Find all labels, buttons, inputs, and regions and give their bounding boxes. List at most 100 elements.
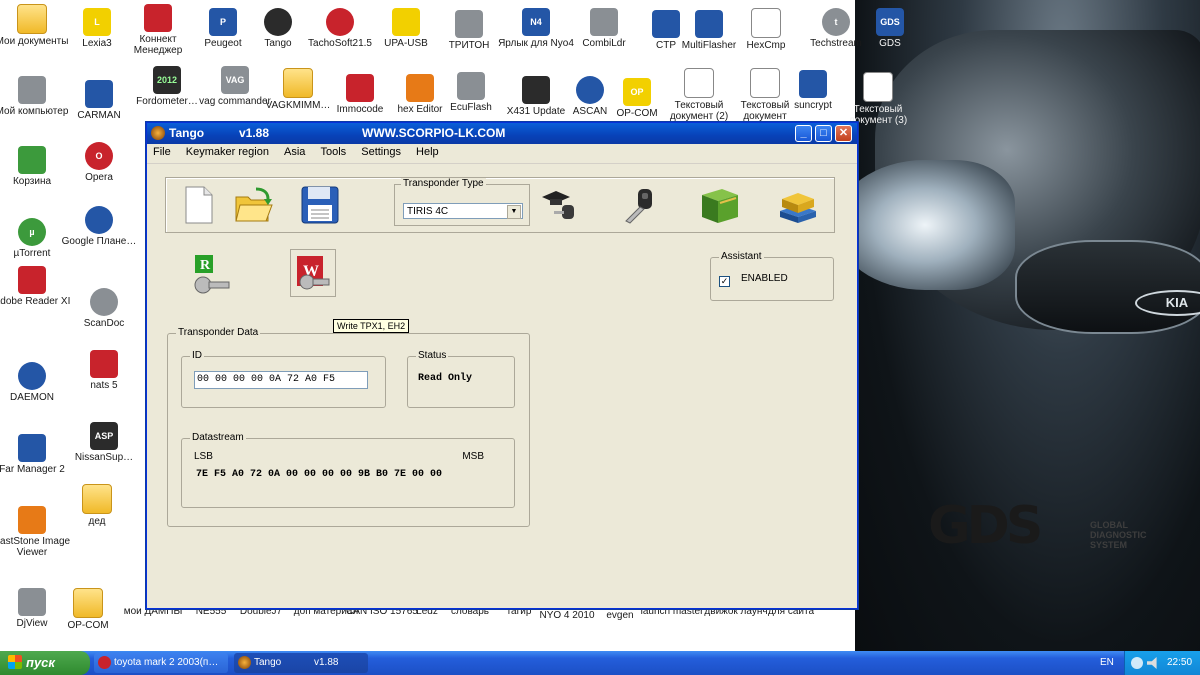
chevron-down-icon[interactable]: ▼: [507, 205, 521, 219]
scandoc-icon: [90, 288, 118, 316]
window-titlebar[interactable]: Tango v1.88 WWW.SCORPIO-LK.COM _ □ ✕: [147, 123, 857, 144]
combildr-icon: [590, 8, 618, 36]
read-key-icon: R: [194, 255, 230, 294]
open-folder-icon: [235, 187, 273, 222]
desktop-icon[interactable]: Adobe Reader XI: [0, 266, 71, 307]
nyo4-icon: N4: [522, 8, 550, 36]
menu-asia[interactable]: Asia: [278, 144, 311, 163]
key-tool-button[interactable]: [618, 185, 658, 225]
x431-icon: [522, 76, 550, 104]
key-learn-button[interactable]: [538, 185, 578, 225]
desktop-icon[interactable]: Google Плане…: [60, 206, 138, 247]
utorrent-icon: µ: [18, 218, 46, 246]
taskbar-item-tango[interactable]: Tango v1.88: [234, 653, 368, 673]
desktop-icon[interactable]: FastStone Image Viewer: [0, 506, 71, 558]
assistant-enabled-checkbox[interactable]: ✓: [719, 276, 730, 287]
carman-icon: [85, 80, 113, 108]
gds-logo-letters: GDS: [928, 496, 1043, 556]
gds-logo-caption: GLOBAL DIAGNOSTIC SYSTEM: [1090, 520, 1147, 550]
taskbar-item-version: v1.88: [314, 657, 339, 668]
transponder-type-select[interactable]: TIRIS 4C ▼: [403, 203, 523, 219]
nats-icon: [90, 350, 118, 378]
desktop-icon[interactable]: HexCmp: [727, 8, 805, 51]
desktop-icon[interactable]: Far Manager 2: [0, 434, 71, 475]
transponder-type-group: Transponder Type TIRIS 4C ▼: [394, 178, 530, 226]
window-title: Tango: [169, 126, 205, 140]
system-tray: 22:50: [1124, 651, 1200, 675]
ecuflash-icon: [457, 72, 485, 100]
car-headlamp: [835, 160, 1015, 290]
books-button[interactable]: [776, 185, 816, 225]
id-group: ID 00 00 00 00 0A 72 A0 F5: [181, 350, 386, 408]
menu-keymaker-region[interactable]: Keymaker region: [180, 144, 275, 163]
transponder-data-group: Transponder Data ID 00 00 00 00 0A 72 A0…: [167, 327, 530, 527]
status-label: Status: [416, 350, 449, 361]
folder-icon: [82, 484, 112, 514]
fordometer-icon: 2012: [153, 66, 181, 94]
text-document-icon: [863, 72, 893, 102]
hexcmp-icon: [751, 8, 781, 38]
language-indicator[interactable]: EN: [1100, 651, 1114, 675]
status-group: Status Read Only: [407, 350, 515, 408]
faststone-icon: [18, 506, 46, 534]
opcom-icon: OP: [623, 78, 651, 106]
window-version: v1.88: [239, 126, 270, 140]
upa-usb-icon: [392, 8, 420, 36]
menu-file[interactable]: File: [147, 144, 177, 163]
datastream-label: Datastream: [190, 432, 246, 443]
desktop-icon[interactable]: nats 5: [65, 350, 143, 391]
windows-flag-icon: [8, 655, 22, 669]
tango-icon: [238, 656, 251, 669]
read-button[interactable]: R: [191, 251, 237, 299]
new-file-button[interactable]: [178, 185, 218, 225]
taskbar-item-label: Tango: [254, 657, 282, 668]
desktop-icon[interactable]: ScanDoc: [65, 288, 143, 329]
toolbar: Transponder Type TIRIS 4C ▼: [165, 177, 835, 233]
menu-tools[interactable]: Tools: [314, 144, 352, 163]
green-book-icon: [702, 189, 738, 223]
clock[interactable]: 22:50: [1167, 651, 1192, 675]
start-button[interactable]: пуск: [0, 651, 90, 675]
read-button-letter: R: [200, 258, 211, 273]
maximize-button[interactable]: □: [815, 125, 832, 142]
close-button[interactable]: ✕: [835, 125, 852, 142]
desktop-icon[interactable]: CARMAN: [60, 80, 138, 121]
start-label: пуск: [26, 655, 55, 670]
id-input[interactable]: 00 00 00 00 0A 72 A0 F5: [194, 371, 368, 389]
connect-manager-icon: [144, 4, 172, 32]
opera-icon: [98, 656, 111, 669]
multiflasher-icon: [695, 10, 723, 38]
peugeot-icon: P: [209, 8, 237, 36]
text-document-icon: [684, 68, 714, 98]
write-button[interactable]: W: [290, 249, 336, 297]
taskbar-item-label: toyota mark 2 2003(п…: [114, 657, 219, 668]
menu-settings[interactable]: Settings: [355, 144, 407, 163]
graduate-key-icon: [542, 191, 574, 219]
network-icon[interactable]: [1131, 657, 1143, 669]
gds-logo: GDS GLOBAL DIAGNOSTIC SYSTEM: [928, 496, 1188, 560]
assistant-group: Assistant ✓ ENABLED: [710, 251, 834, 301]
lexia3-icon: L: [83, 8, 111, 36]
book-button[interactable]: [698, 185, 738, 225]
folder-icon: [283, 68, 313, 98]
menu-help[interactable]: Help: [410, 144, 445, 163]
recycle-bin-icon: [18, 146, 46, 174]
save-file-button[interactable]: [300, 185, 340, 225]
desktop-icon[interactable]: DAEMON: [0, 362, 71, 403]
minimize-button[interactable]: _: [795, 125, 812, 142]
desktop-icon[interactable]: ASP NissanSup…: [65, 422, 143, 463]
msb-label: MSB: [462, 451, 484, 462]
desktop-icon[interactable]: 2012 Fordometer…: [128, 66, 206, 107]
open-file-button[interactable]: [234, 185, 274, 225]
daemon-icon: [18, 362, 46, 390]
taskbar-item-opera[interactable]: toyota mark 2 2003(п…: [94, 653, 228, 673]
volume-icon[interactable]: [1147, 657, 1157, 669]
tachosoft-icon: [326, 8, 354, 36]
desktop-icon[interactable]: Текстовый документ (3): [839, 72, 917, 126]
lsb-label: LSB: [194, 451, 213, 462]
desktop-icon[interactable]: N4 Ярлык для Nyo4: [497, 8, 575, 49]
datastream-group: Datastream LSB MSB 7E F5 A0 72 0A 00 00 …: [181, 432, 515, 508]
desktop-icon[interactable]: GDS GDS: [851, 8, 929, 49]
id-label: ID: [190, 350, 204, 361]
desktop-icon[interactable]: O Opera: [60, 142, 138, 183]
